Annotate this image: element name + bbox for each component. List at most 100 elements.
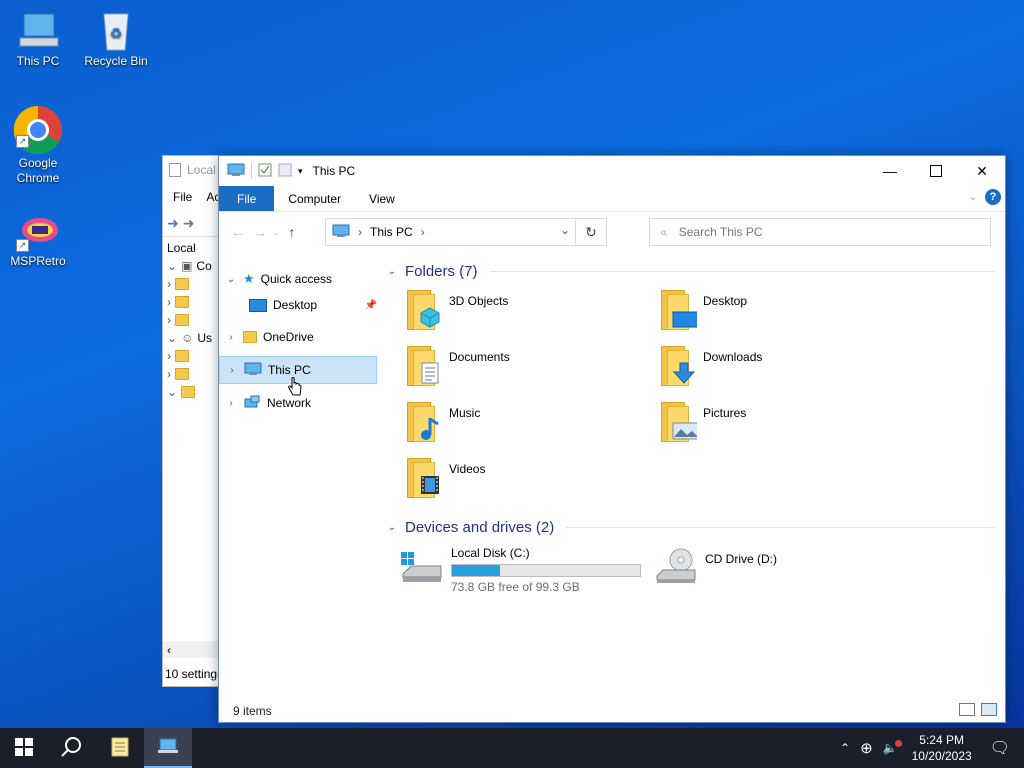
folder-videos[interactable]: Videos <box>405 456 659 512</box>
back-tree-label: Co <box>196 259 212 273</box>
desktop-icon-google-chrome[interactable]: ↗ Google Chrome <box>0 104 76 186</box>
back-window-titlebar[interactable]: Local <box>163 156 223 184</box>
nav-item-quick-access[interactable]: ⌄ ★ Quick access <box>219 266 381 292</box>
folder-icon <box>175 314 189 326</box>
chevron-down-icon: ⌄ <box>167 259 178 273</box>
folders-grid: 3D Objects Desktop Documents Downloads M… <box>385 288 995 512</box>
msp-retro-icon: ↗ <box>14 214 62 252</box>
folder-3d-objects[interactable]: 3D Objects <box>405 288 659 344</box>
back-tree-item[interactable]: › <box>163 275 223 293</box>
refresh-button[interactable]: ↻ <box>575 219 606 245</box>
search-input[interactable]: ⌕ Search This PC <box>649 218 991 246</box>
search-button[interactable] <box>48 728 96 768</box>
drive-name: CD Drive (D:) <box>705 552 777 566</box>
taskbar-notepad[interactable] <box>96 728 144 768</box>
background-explorer-window[interactable]: Local File Ac ➜ ➜ Local ⌄ ▣ Co › › › ⌄ ☺ Us … <box>162 155 224 687</box>
folder-music[interactable]: Music <box>405 400 659 456</box>
chevron-right-icon[interactable]: › <box>226 365 238 376</box>
folder-downloads[interactable]: Downloads <box>659 344 913 400</box>
back-tree-item[interactable]: ⌄ <box>163 383 223 401</box>
maximize-button[interactable] <box>913 156 959 186</box>
forward-button[interactable]: → <box>249 224 271 240</box>
chevron-down-icon[interactable]: ⌄ <box>385 522 399 533</box>
back-tree-root[interactable]: Local <box>163 239 223 257</box>
chevron-down-icon[interactable]: ⌄ <box>385 266 399 277</box>
this-pc-icon <box>227 163 245 180</box>
desktop-icon-this-pc[interactable]: This PC <box>0 8 76 68</box>
drive-local-disk-c[interactable]: Local Disk (C:) 73.8 GB free of 99.3 GB <box>399 546 653 594</box>
chevron-right-icon[interactable]: › <box>225 332 237 343</box>
taskbar: ⌃ ⊕ 🔈 5:24 PM 10/20/2023 🗨 <box>0 728 1024 768</box>
drive-name: Local Disk (C:) <box>451 546 530 560</box>
window-titlebar[interactable]: ▾ This PC — ✕ <box>219 156 1005 186</box>
address-dropdown-icon[interactable]: ⌄ <box>560 223 570 237</box>
taskbar-file-explorer[interactable] <box>144 728 192 768</box>
chevron-right-icon[interactable]: › <box>225 398 237 409</box>
forward-arrow-icon[interactable]: ➜ <box>183 215 195 232</box>
pictures-icon <box>659 400 697 444</box>
tab-view[interactable]: View <box>355 186 409 211</box>
network-globe-icon[interactable]: ⊕ <box>856 739 877 757</box>
drive-cd-d[interactable]: CD Drive (D:) <box>653 546 907 594</box>
chevron-right-icon: › <box>167 295 171 309</box>
tab-computer[interactable]: Computer <box>274 186 355 211</box>
scroll-left-icon[interactable]: ‹ <box>163 643 171 657</box>
new-folder-icon[interactable] <box>278 163 292 180</box>
quick-access-toolbar: ▾ <box>219 163 303 180</box>
chevron-right-icon[interactable]: › <box>358 225 362 239</box>
close-button[interactable]: ✕ <box>959 156 1005 186</box>
back-window-hscroll[interactable]: ‹ <box>163 641 223 658</box>
recent-locations-button[interactable]: ⌄ <box>271 228 281 237</box>
back-tree-item[interactable]: › <box>163 347 223 365</box>
folder-icon <box>175 350 189 362</box>
large-icons-view-button[interactable] <box>981 703 997 716</box>
back-tree-item[interactable]: › <box>163 365 223 383</box>
back-tree-item[interactable]: ⌄ ☺ Us <box>163 329 223 347</box>
back-button[interactable]: ← <box>227 224 249 240</box>
back-tree-item[interactable]: ⌄ ▣ Co <box>163 257 223 275</box>
folder-documents[interactable]: Documents <box>405 344 659 400</box>
nav-item-desktop[interactable]: Desktop 📌 <box>219 292 381 318</box>
desktop-icon-mspretro[interactable]: ↗ MSPRetro <box>0 214 76 268</box>
up-button[interactable]: ↑ <box>281 224 303 240</box>
system-tray: ⌃ ⊕ 🔈 5:24 PM 10/20/2023 🗨 <box>834 728 1024 768</box>
hand-cursor-icon <box>288 377 302 397</box>
chrome-icon: ↗ <box>13 104 62 155</box>
qat-dropdown-icon[interactable]: ▾ <box>298 166 303 177</box>
videos-icon <box>405 456 443 500</box>
minimize-button[interactable]: — <box>867 156 913 186</box>
folder-desktop[interactable]: Desktop <box>659 288 913 344</box>
volume-muted-icon[interactable]: 🔈 <box>877 740 904 755</box>
folders-group-header[interactable]: ⌄ Folders (7) <box>385 258 995 284</box>
notifications-icon[interactable]: 🗨 <box>980 738 1024 758</box>
chevron-right-icon[interactable]: › <box>421 225 425 239</box>
details-view-button[interactable] <box>959 703 975 716</box>
properties-icon[interactable] <box>258 163 272 180</box>
breadcrumb: › This PC › <box>326 224 425 241</box>
back-tree-item[interactable]: › <box>163 293 223 311</box>
help-button[interactable]: ? <box>985 189 1001 205</box>
nav-item-onedrive[interactable]: › OneDrive <box>219 324 381 350</box>
start-button[interactable] <box>0 728 48 768</box>
this-pc-icon <box>157 737 179 758</box>
back-menu-file[interactable]: File <box>173 190 192 204</box>
star-icon: ★ <box>243 271 255 286</box>
back-window-status: 10 setting( <box>165 667 222 681</box>
expand-ribbon-icon[interactable]: ⌄ <box>969 192 977 203</box>
folder-pictures[interactable]: Pictures <box>659 400 913 456</box>
back-window-nav: ➜ ➜ <box>163 210 223 237</box>
drives-group-header[interactable]: ⌄ Devices and drives (2) <box>385 514 995 540</box>
back-tree-item[interactable]: › <box>163 311 223 329</box>
folder-icon <box>175 278 189 290</box>
clock[interactable]: 5:24 PM 10/20/2023 <box>904 732 980 764</box>
chevron-up-icon[interactable]: ⌃ <box>834 741 856 755</box>
back-arrow-icon[interactable]: ➜ <box>167 215 179 232</box>
tab-file[interactable]: File <box>219 186 275 211</box>
address-bar[interactable]: › This PC › ⌄ ↻ <box>325 218 607 246</box>
back-window-menubar: File Ac <box>163 184 223 210</box>
desktop-icon-recycle-bin[interactable]: ♻ Recycle Bin <box>78 8 154 68</box>
explorer-window[interactable]: ▾ This PC — ✕ File Computer View ⌄ ? ← →… <box>218 155 1006 723</box>
chevron-right-icon: › <box>167 367 171 381</box>
chevron-down-icon[interactable]: ⌄ <box>225 274 237 285</box>
breadcrumb-this-pc[interactable]: This PC <box>370 225 413 239</box>
